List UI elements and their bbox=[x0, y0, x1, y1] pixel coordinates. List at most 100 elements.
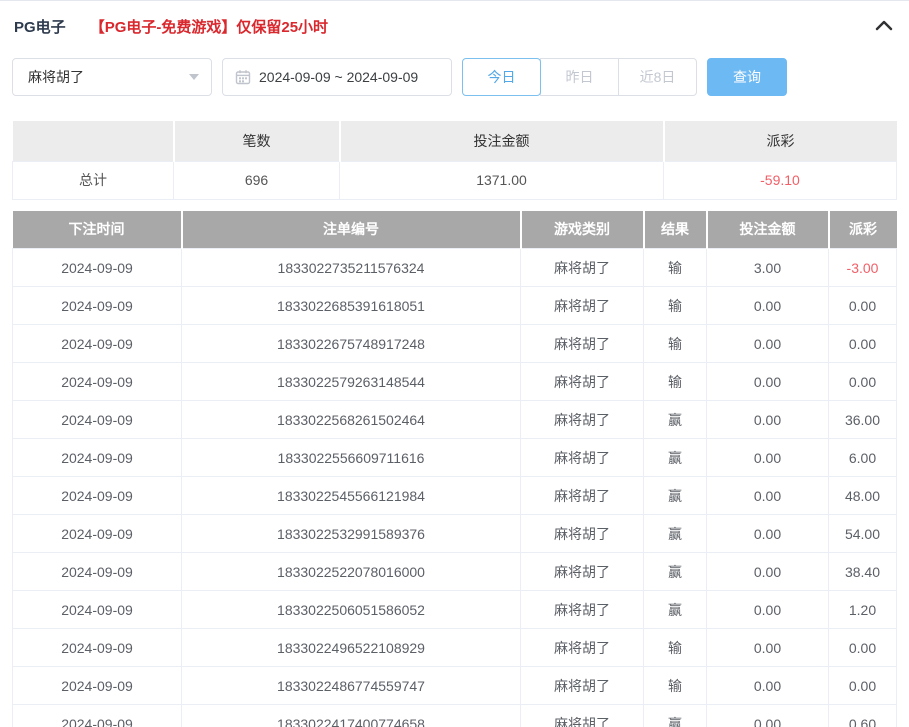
table-row: 2024-09-09 1833022735211576324 麻将胡了输 3.00 -3… bbox=[12, 248, 897, 287]
cell-payout: 0.60 bbox=[828, 704, 897, 727]
cell-payout: 36.00 bbox=[828, 400, 897, 439]
cell-bet-time: 2024-09-09 bbox=[12, 400, 182, 439]
cell-bet-id: 1833022735211576324 bbox=[181, 248, 521, 287]
game-select[interactable]: 麻将胡了 bbox=[12, 58, 212, 96]
quick-filter-today[interactable]: 今日 bbox=[462, 58, 541, 96]
cell-bet-amount: 3.00 bbox=[706, 248, 829, 287]
cell-result: 赢 bbox=[643, 400, 707, 439]
cell-bet-amount: 0.00 bbox=[706, 704, 829, 727]
table-row: 2024-09-09 1833022675748917248 麻将胡了输 0.00 0.… bbox=[12, 324, 897, 363]
col-header-bet-id: 注单编号 bbox=[181, 210, 522, 249]
cell-bet-id: 1833022675748917248 bbox=[181, 324, 521, 363]
table-row: 2024-09-09 1833022506051586052 麻将胡了赢 0.00 1.… bbox=[12, 590, 897, 629]
cell-bet-time: 2024-09-09 bbox=[12, 286, 182, 325]
cell-payout: 6.00 bbox=[828, 438, 897, 477]
cell-result: 赢 bbox=[643, 514, 707, 553]
cell-payout: 0.00 bbox=[828, 628, 897, 667]
quick-filter-group: 今日 昨日 近8日 bbox=[462, 58, 697, 96]
cell-result: 输 bbox=[643, 628, 707, 667]
summary-bet-amount: 1371.00 bbox=[339, 160, 664, 200]
cell-game-type: 麻将胡了 bbox=[520, 248, 644, 287]
cell-payout: 0.00 bbox=[828, 286, 897, 325]
col-header-payout: 派彩 bbox=[828, 210, 897, 249]
cell-game-type: 麻将胡了 bbox=[520, 628, 644, 667]
quick-filter-last8days[interactable]: 近8日 bbox=[618, 58, 697, 96]
table-row: 2024-09-09 1833022579263148544 麻将胡了输 0.00 0.… bbox=[12, 362, 897, 401]
cell-game-type: 麻将胡了 bbox=[520, 362, 644, 401]
cell-game-type: 麻将胡了 bbox=[520, 400, 644, 439]
cell-bet-time: 2024-09-09 bbox=[12, 324, 182, 363]
cell-bet-id: 1833022568261502464 bbox=[181, 400, 521, 439]
cell-result: 赢 bbox=[643, 552, 707, 591]
table-row: 2024-09-09 1833022532991589376 麻将胡了赢 0.00 54… bbox=[12, 514, 897, 553]
quick-filter-yesterday[interactable]: 昨日 bbox=[540, 58, 619, 96]
cell-bet-id: 1833022579263148544 bbox=[181, 362, 521, 401]
cell-game-type: 麻将胡了 bbox=[520, 552, 644, 591]
cell-bet-amount: 0.00 bbox=[706, 438, 829, 477]
cell-result: 赢 bbox=[643, 438, 707, 477]
cell-result: 输 bbox=[643, 286, 707, 325]
cell-bet-amount: 0.00 bbox=[706, 400, 829, 439]
cell-bet-amount: 0.00 bbox=[706, 552, 829, 591]
cell-result: 输 bbox=[643, 666, 707, 705]
cell-game-type: 麻将胡了 bbox=[520, 286, 644, 325]
records-tbody: 2024-09-09 1833022735211576324 麻将胡了输 3.00 -3… bbox=[12, 248, 897, 727]
summary-count: 696 bbox=[173, 160, 340, 200]
cell-payout: 1.20 bbox=[828, 590, 897, 629]
cell-bet-time: 2024-09-09 bbox=[12, 666, 182, 705]
cell-result: 赢 bbox=[643, 704, 707, 727]
summary-table: 笔数 投注金额 派彩 总计 696 1371.00 -59.10 bbox=[12, 121, 897, 200]
cell-bet-amount: 0.00 bbox=[706, 514, 829, 553]
page-title: PG电子 bbox=[14, 19, 66, 36]
cell-bet-time: 2024-09-09 bbox=[12, 628, 182, 667]
game-select-value: 麻将胡了 bbox=[28, 69, 84, 85]
cell-result: 赢 bbox=[643, 590, 707, 629]
table-row: 2024-09-09 1833022568261502464 麻将胡了赢 0.00 36… bbox=[12, 400, 897, 439]
cell-bet-time: 2024-09-09 bbox=[12, 590, 182, 629]
cell-result: 输 bbox=[643, 324, 707, 363]
cell-game-type: 麻将胡了 bbox=[520, 476, 644, 515]
records-table: 下注时间 注单编号 游戏类别 结果 投注金额 派彩 2024-09-09 1833… bbox=[12, 210, 897, 727]
cell-payout: 0.00 bbox=[828, 362, 897, 401]
cell-bet-id: 1833022486774559747 bbox=[181, 666, 521, 705]
cell-bet-amount: 0.00 bbox=[706, 286, 829, 325]
cell-game-type: 麻将胡了 bbox=[520, 666, 644, 705]
cell-game-type: 麻将胡了 bbox=[520, 438, 644, 477]
game-records-panel: PG电子 【PG电子-免费游戏】仅保留25小时 麻将胡了 2024-09-09 … bbox=[0, 0, 909, 727]
cell-payout: 0.00 bbox=[828, 324, 897, 363]
cell-bet-amount: 0.00 bbox=[706, 628, 829, 667]
collapse-button[interactable] bbox=[875, 19, 893, 34]
summary-header-empty bbox=[12, 121, 175, 161]
summary-payout: -59.10 bbox=[663, 160, 897, 200]
cell-game-type: 麻将胡了 bbox=[520, 704, 644, 727]
cell-game-type: 麻将胡了 bbox=[520, 590, 644, 629]
cell-result: 输 bbox=[643, 362, 707, 401]
cell-bet-time: 2024-09-09 bbox=[12, 362, 182, 401]
cell-payout: 48.00 bbox=[828, 476, 897, 515]
summary-total-row: 总计 696 1371.00 -59.10 bbox=[12, 160, 897, 200]
cell-bet-id: 1833022417400774658 bbox=[181, 704, 521, 727]
cell-bet-id: 1833022545566121984 bbox=[181, 476, 521, 515]
cell-bet-id: 1833022496522108929 bbox=[181, 628, 521, 667]
summary-total-label: 总计 bbox=[12, 160, 174, 200]
search-button[interactable]: 查询 bbox=[707, 58, 787, 96]
cell-bet-amount: 0.00 bbox=[706, 362, 829, 401]
table-row: 2024-09-09 1833022522078016000 麻将胡了赢 0.00 38… bbox=[12, 552, 897, 591]
cell-bet-time: 2024-09-09 bbox=[12, 438, 182, 477]
cell-result: 输 bbox=[643, 248, 707, 287]
cell-bet-time: 2024-09-09 bbox=[12, 248, 182, 287]
cell-payout: 38.40 bbox=[828, 552, 897, 591]
cell-payout: 54.00 bbox=[828, 514, 897, 553]
table-row: 2024-09-09 1833022685391618051 麻将胡了输 0.00 0.… bbox=[12, 286, 897, 325]
filter-bar: 麻将胡了 2024-09-09 ~ 2024-09-09 今日 昨日 近8日 查… bbox=[12, 58, 897, 96]
col-header-game-type: 游戏类别 bbox=[520, 210, 645, 249]
summary-header-payout: 派彩 bbox=[663, 121, 897, 161]
cell-bet-id: 1833022522078016000 bbox=[181, 552, 521, 591]
cell-payout: -3.00 bbox=[828, 248, 897, 287]
cell-bet-time: 2024-09-09 bbox=[12, 476, 182, 515]
date-range-input[interactable]: 2024-09-09 ~ 2024-09-09 bbox=[222, 58, 452, 96]
cell-bet-id: 1833022685391618051 bbox=[181, 286, 521, 325]
table-row: 2024-09-09 1833022545566121984 麻将胡了赢 0.00 48… bbox=[12, 476, 897, 515]
notice-text: 【PG电子-免费游戏】仅保留25小时 bbox=[89, 19, 329, 36]
panel-header: PG电子 【PG电子-免费游戏】仅保留25小时 bbox=[0, 1, 909, 37]
